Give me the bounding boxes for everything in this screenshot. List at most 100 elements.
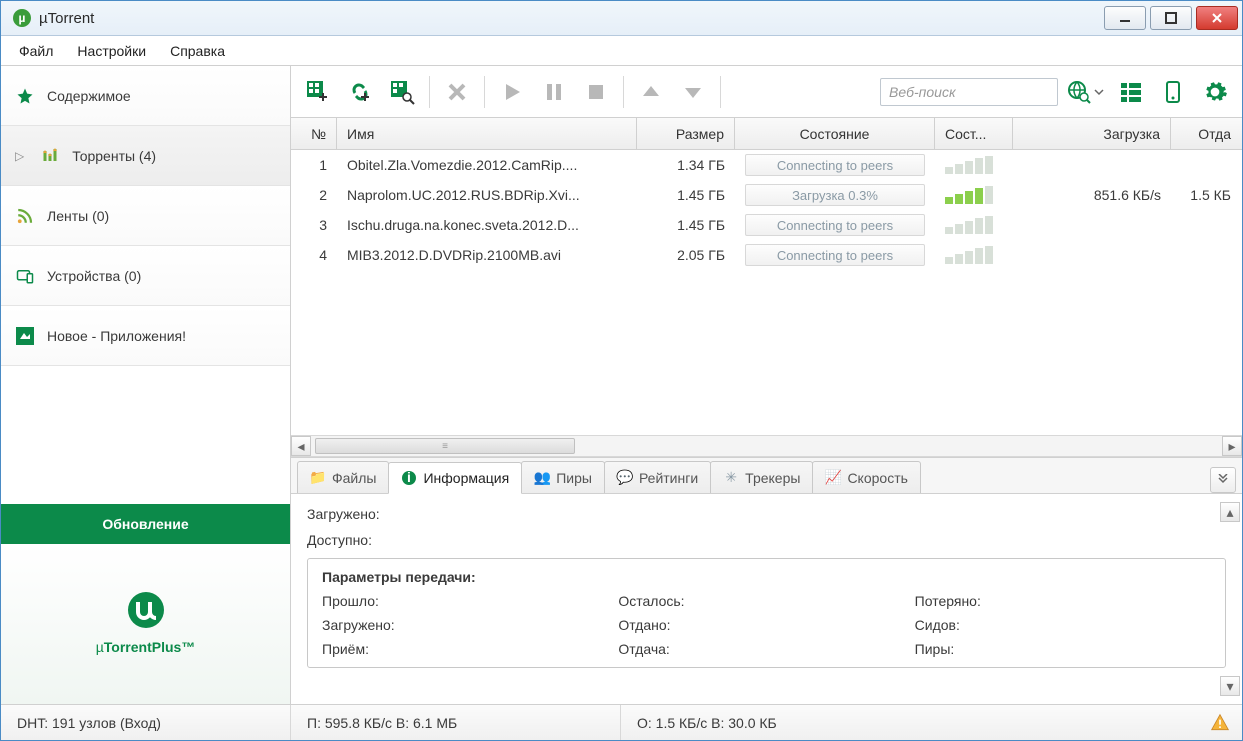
- move-up-button[interactable]: [632, 74, 670, 110]
- sidebar-item-new-apps[interactable]: Новое - Приложения!: [1, 306, 290, 366]
- info-downloaded: Загружено:: [307, 506, 1226, 522]
- table-row[interactable]: 3Ischu.druga.na.konec.sveta.2012.D...1.4…: [291, 210, 1242, 240]
- menu-settings[interactable]: Настройки: [65, 36, 158, 65]
- sidebar-label-new-apps: Новое - Приложения!: [47, 328, 186, 344]
- utorrent-logo-icon: [126, 590, 166, 630]
- column-health[interactable]: Сост...: [935, 118, 1013, 149]
- search-input[interactable]: Веб-поиск: [880, 78, 1058, 106]
- cell-download: 851.6 КБ/s: [1013, 187, 1171, 203]
- pause-button[interactable]: [535, 74, 573, 110]
- sidebar-label-content: Содержимое: [47, 88, 131, 104]
- view-categories-button[interactable]: [1112, 74, 1150, 110]
- tab-speed[interactable]: 📈Скорость: [812, 461, 920, 493]
- transfer-params-title: Параметры передачи:: [322, 569, 1211, 585]
- column-num[interactable]: №: [291, 118, 337, 149]
- cell-health: [935, 156, 1013, 174]
- scroll-left-button[interactable]: ◂: [291, 436, 311, 456]
- vertical-scrollbar[interactable]: ▴ ▾: [1220, 502, 1238, 696]
- statusbar: DHT: 191 узлов (Вход) П: 595.8 КБ/с В: 6…: [1, 704, 1242, 740]
- sidebar-item-devices[interactable]: Устройства (0): [1, 246, 290, 306]
- toolbar-separator: [429, 76, 430, 108]
- cell-status: Загрузка 0.3%: [735, 184, 935, 206]
- peers-icon: 👥: [534, 470, 550, 486]
- scroll-track[interactable]: ≡: [311, 438, 1222, 454]
- info-seeds: Сидов:: [915, 617, 1211, 633]
- info-icon: i: [401, 470, 417, 486]
- minimize-button[interactable]: [1104, 6, 1146, 30]
- toolbar-separator: [484, 76, 485, 108]
- horizontal-scrollbar[interactable]: ◂ ≡ ▸: [291, 435, 1242, 457]
- cell-status: Connecting to peers: [735, 214, 935, 236]
- menu-help[interactable]: Справка: [158, 36, 237, 65]
- remove-button[interactable]: [438, 74, 476, 110]
- sidebar-label-feeds: Ленты (0): [47, 208, 109, 224]
- detail-pane: 📁Файлы iИнформация 👥Пиры 💬Рейтинги ✳Трек…: [291, 457, 1242, 704]
- column-size[interactable]: Размер: [637, 118, 735, 149]
- collapse-pane-button[interactable]: [1210, 467, 1236, 493]
- cell-status: Connecting to peers: [735, 244, 935, 266]
- sidebar-item-feeds[interactable]: Ленты (0): [1, 186, 290, 246]
- add-url-button[interactable]: [341, 74, 379, 110]
- status-dht[interactable]: DHT: 191 узлов (Вход): [1, 705, 291, 740]
- column-download[interactable]: Загрузка: [1013, 118, 1171, 149]
- ratings-icon: 💬: [617, 470, 633, 486]
- chevron-down-icon: [1094, 87, 1104, 97]
- column-status[interactable]: Состояние: [735, 118, 935, 149]
- scroll-up-button[interactable]: ▴: [1220, 502, 1240, 522]
- cell-size: 1.34 ГБ: [637, 157, 735, 173]
- plus-promo[interactable]: µTorrentPlus™: [1, 544, 290, 704]
- tab-files[interactable]: 📁Файлы: [297, 461, 389, 493]
- tab-ratings[interactable]: 💬Рейтинги: [604, 461, 711, 493]
- plus-logo-text: µTorrentPlus™: [96, 636, 196, 658]
- table-empty-space: [291, 270, 1242, 435]
- cell-size: 2.05 ГБ: [637, 247, 735, 263]
- app-window: µ µTorrent Файл Настройки Справка Содерж…: [0, 0, 1243, 741]
- warning-icon[interactable]: [1210, 713, 1230, 733]
- info-recv: Приём:: [322, 641, 618, 657]
- info-uploaded: Отдано:: [618, 617, 914, 633]
- trackers-icon: ✳: [723, 470, 739, 486]
- column-upload[interactable]: Отда: [1171, 118, 1241, 149]
- create-torrent-button[interactable]: [383, 74, 421, 110]
- sidebar-item-content[interactable]: Содержимое: [1, 66, 290, 126]
- cell-size: 1.45 ГБ: [637, 187, 735, 203]
- remote-button[interactable]: [1154, 74, 1192, 110]
- move-down-button[interactable]: [674, 74, 712, 110]
- scroll-thumb[interactable]: ≡: [315, 438, 575, 454]
- cell-health: [935, 216, 1013, 234]
- status-down[interactable]: П: 595.8 КБ/с В: 6.1 МБ: [291, 705, 621, 740]
- table-row[interactable]: 2Naprolom.UC.2012.RUS.BDRip.Xvi...1.45 Г…: [291, 180, 1242, 210]
- start-button[interactable]: [493, 74, 531, 110]
- web-search-button[interactable]: [1066, 79, 1104, 105]
- tab-info[interactable]: iИнформация: [388, 462, 522, 494]
- cell-num: 4: [291, 247, 337, 263]
- tab-strip: 📁Файлы iИнформация 👥Пиры 💬Рейтинги ✳Трек…: [291, 458, 1242, 494]
- status-up[interactable]: О: 1.5 КБ/с В: 30.0 КБ: [621, 705, 1210, 740]
- info-peers: Пиры:: [915, 641, 1211, 657]
- cell-status: Connecting to peers: [735, 154, 935, 176]
- column-name[interactable]: Имя: [337, 118, 637, 149]
- update-button[interactable]: Обновление: [1, 504, 290, 544]
- menu-file[interactable]: Файл: [7, 36, 65, 65]
- stop-button[interactable]: [577, 74, 615, 110]
- sidebar-item-torrents[interactable]: ▷ Торренты (4): [1, 126, 290, 186]
- info-available: Доступно:: [307, 532, 1226, 548]
- preferences-button[interactable]: [1196, 74, 1234, 110]
- info-send: Отдача:: [618, 641, 914, 657]
- table-body: 1Obitel.Zla.Vomezdie.2012.CamRip....1.34…: [291, 150, 1242, 270]
- close-button[interactable]: [1196, 6, 1238, 30]
- scroll-down-button[interactable]: ▾: [1220, 676, 1240, 696]
- add-torrent-button[interactable]: [299, 74, 337, 110]
- table-row[interactable]: 4MIB3.2012.D.DVDRip.2100MB.avi2.05 ГБCon…: [291, 240, 1242, 270]
- table-row[interactable]: 1Obitel.Zla.Vomezdie.2012.CamRip....1.34…: [291, 150, 1242, 180]
- transfer-params-box: Параметры передачи: Прошло: Осталось: По…: [307, 558, 1226, 668]
- info-lost: Потеряно:: [915, 593, 1211, 609]
- maximize-button[interactable]: [1150, 6, 1192, 30]
- tab-peers[interactable]: 👥Пиры: [521, 461, 605, 493]
- window-controls: [1104, 6, 1238, 30]
- scroll-right-button[interactable]: ▸: [1222, 436, 1242, 456]
- devices-icon: [15, 266, 35, 286]
- apps-icon: [15, 326, 35, 346]
- caret-icon: ▷: [15, 149, 24, 163]
- tab-trackers[interactable]: ✳Трекеры: [710, 461, 813, 493]
